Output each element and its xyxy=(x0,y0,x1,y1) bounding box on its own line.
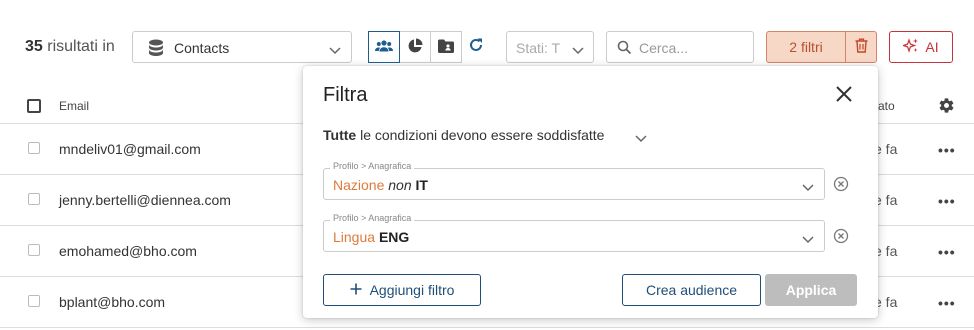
chart-view-button[interactable] xyxy=(399,31,431,63)
chevron-down-icon xyxy=(802,179,814,195)
filter-expression: Nazione non IT xyxy=(333,177,428,193)
row-checkbox[interactable] xyxy=(28,244,40,256)
plus-icon xyxy=(350,282,362,298)
ai-label: AI xyxy=(925,39,939,55)
search-icon xyxy=(617,40,632,58)
more-icon[interactable]: ••• xyxy=(938,295,956,311)
more-icon[interactable]: ••• xyxy=(938,142,956,158)
contacts-view-button[interactable] xyxy=(368,31,400,63)
remove-filter-icon[interactable] xyxy=(833,228,849,247)
column-header-email[interactable]: Email xyxy=(59,99,89,113)
close-icon[interactable] xyxy=(834,84,854,107)
row-checkbox[interactable] xyxy=(28,142,40,154)
filters-button[interactable]: 2 filtri xyxy=(766,31,846,63)
add-filter-button[interactable]: Aggiungi filtro xyxy=(323,274,481,306)
row-email: bplant@bho.com xyxy=(59,294,166,310)
results-count: 35 risultati in xyxy=(25,38,115,55)
refresh-icon[interactable] xyxy=(468,37,484,56)
create-audience-button[interactable]: Crea audience xyxy=(622,274,761,306)
more-icon[interactable]: ••• xyxy=(938,193,956,209)
status-select[interactable]: Stati: T xyxy=(506,31,594,63)
row-email: jenny.bertelli@diennea.com xyxy=(59,192,231,208)
source-label: Contacts xyxy=(174,40,230,56)
remove-filter-icon[interactable] xyxy=(833,176,849,195)
filter-category: Profilo > Anagrafica xyxy=(330,213,415,223)
clear-filters-button[interactable] xyxy=(845,31,877,63)
folder-user-icon xyxy=(438,39,454,56)
row-email: mndeliv01@gmail.com xyxy=(59,141,201,157)
chevron-down-icon xyxy=(329,42,341,58)
condition-mode-select[interactable]: Tutte le condizioni devono essere soddis… xyxy=(323,127,604,143)
dialog-title: Filtra xyxy=(323,84,368,106)
trash-icon xyxy=(855,38,868,56)
view-toggle-group xyxy=(368,31,462,63)
search-placeholder: Cerca... xyxy=(639,40,689,56)
add-filter-label: Aggiungi filtro xyxy=(369,282,455,298)
filter-field[interactable]: Profilo > Anagrafica Lingua ENG xyxy=(323,213,825,252)
filter-expression: Lingua ENG xyxy=(333,229,410,245)
chevron-down-icon xyxy=(802,231,814,247)
folder-view-button[interactable] xyxy=(430,31,462,63)
users-icon xyxy=(375,39,393,56)
sparkle-icon xyxy=(902,37,919,57)
database-icon xyxy=(148,39,164,60)
filter-category: Profilo > Anagrafica xyxy=(330,161,415,171)
status-placeholder: Stati: T xyxy=(516,40,561,56)
source-select[interactable]: Contacts xyxy=(132,31,352,63)
select-all-checkbox[interactable] xyxy=(27,99,41,113)
row-email: emohamed@bho.com xyxy=(59,243,197,259)
gear-icon[interactable] xyxy=(938,97,955,117)
chevron-down-icon[interactable] xyxy=(635,130,647,146)
search-input[interactable]: Cerca... xyxy=(606,31,754,63)
filter-field[interactable]: Profilo > Anagrafica Nazione non IT xyxy=(323,161,825,200)
filter-dialog: Filtra Tutte le condizioni devono essere… xyxy=(303,66,878,318)
chevron-down-icon xyxy=(572,42,584,58)
more-icon[interactable]: ••• xyxy=(938,244,956,260)
row-checkbox[interactable] xyxy=(28,193,40,205)
pie-chart-icon xyxy=(407,38,423,57)
apply-button[interactable]: Applica xyxy=(765,274,857,306)
ai-button[interactable]: AI xyxy=(889,31,953,63)
row-checkbox[interactable] xyxy=(28,295,40,307)
